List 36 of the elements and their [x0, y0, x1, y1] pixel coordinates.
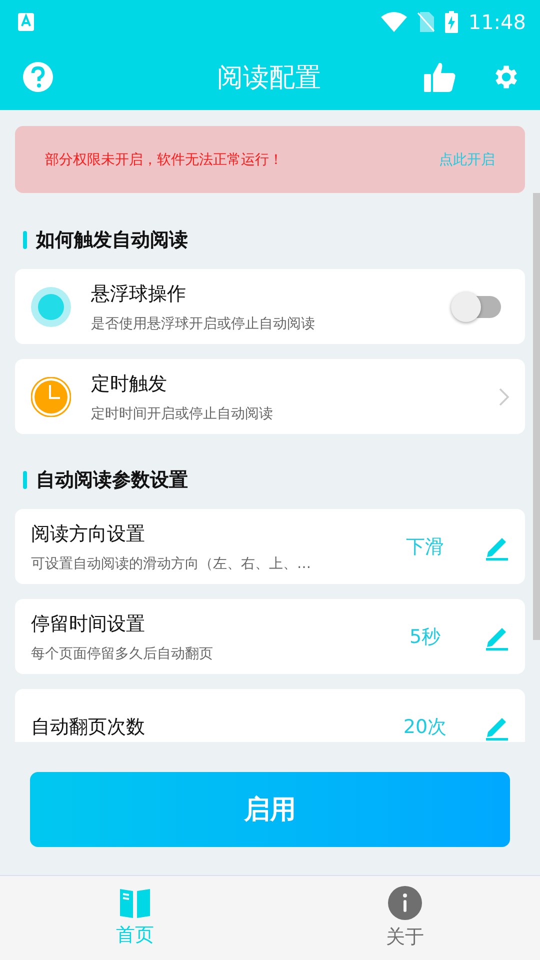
section-marker [23, 471, 27, 489]
card-subtitle: 是否使用悬浮球开启或停止自动阅读 [91, 314, 316, 332]
section-title: 自动阅读参数设置 [36, 468, 188, 493]
section-marker [23, 231, 27, 249]
card-subtitle: 每个页面停留多久后自动翻页 [31, 644, 214, 662]
card-subtitle: 可设置自动阅读的滑动方向（左、右、上、… [31, 554, 312, 572]
book-icon [120, 888, 150, 918]
setting-card[interactable]: 停留时间设置 每个页面停留多久后自动翻页 5秒 [15, 599, 525, 674]
card-title: 自动翻页次数 [31, 714, 146, 740]
thumbs-up-icon[interactable] [424, 61, 456, 93]
app-notification-icon [18, 13, 34, 31]
card-title: 阅读方向设置 [31, 522, 146, 546]
section-title: 如何触发自动阅读 [36, 228, 188, 253]
status-time: 11:48 [468, 10, 526, 34]
info-icon [388, 886, 422, 920]
wifi-icon [381, 12, 408, 32]
card-title: 定时触发 [91, 372, 168, 396]
no-sim-icon [417, 12, 436, 32]
clock-icon [31, 376, 71, 416]
header-title: 阅读配置 [216, 62, 322, 94]
card-subtitle: 定时时间开启或停止自动阅读 [91, 404, 274, 422]
setting-value: 5秒 [408, 624, 442, 650]
battery-charging-icon [445, 11, 458, 33]
card-title: 停留时间设置 [31, 612, 146, 636]
setting-card[interactable]: 自动翻页次数 20次 [15, 689, 525, 742]
setting-card[interactable]: 阅读方向设置 可设置自动阅读的滑动方向（左、右、上、… 下滑 [15, 509, 525, 584]
trigger-card[interactable]: 悬浮球操作 是否使用悬浮球开启或停止自动阅读 [15, 269, 525, 344]
card-title: 悬浮球操作 [91, 282, 187, 306]
nav-tab[interactable]: 关于 [270, 876, 540, 960]
help-icon[interactable] [22, 61, 54, 93]
trigger-card[interactable]: 定时触发 定时时间开启或停止自动阅读 [15, 359, 525, 434]
alert-message: 部分权限未开启，软件无法正常运行！ [45, 150, 283, 168]
setting-value: 下滑 [405, 534, 445, 560]
floating-ball-icon [31, 286, 71, 326]
setting-value: 20次 [402, 714, 448, 740]
chevron-right-icon [499, 388, 509, 406]
